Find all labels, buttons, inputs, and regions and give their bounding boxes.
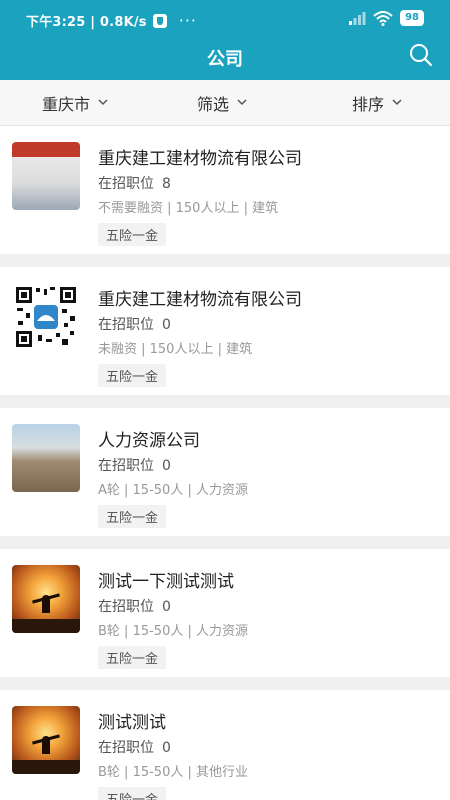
company-meta: 不需要融资 | 150人以上 | 建筑 (98, 201, 279, 216)
company-logo (12, 706, 80, 774)
open-positions-count: 8 (162, 176, 171, 192)
company-card[interactable]: 重庆建工建材物流有限公司 在招职位 8 不需要融资 | 150人以上 | 建筑 五… (0, 126, 450, 254)
open-positions-count: 0 (162, 599, 171, 615)
company-card[interactable]: 测试测试 在招职位 0 B轮 | 15-50人 | 其他行业 五险一金 (0, 690, 450, 800)
company-name: 人力资源公司 (98, 431, 200, 451)
benefit-tag: 五险一金 (98, 646, 167, 669)
signal-icon (349, 12, 366, 25)
benefit-tag: 五险一金 (98, 787, 167, 800)
filter-screen[interactable]: 筛选 (162, 80, 282, 125)
company-list: 重庆建工建材物流有限公司 在招职位 8 不需要融资 | 150人以上 | 建筑 五… (0, 126, 450, 800)
open-positions: 在招职位 0 (98, 596, 171, 616)
open-positions: 在招职位 0 (98, 455, 171, 475)
company-meta: 未融资 | 150人以上 | 建筑 (98, 342, 253, 357)
benefit-tag: 五险一金 (98, 223, 167, 246)
open-positions-label: 在招职位 (98, 176, 154, 192)
company-meta: A轮 | 15-50人 | 人力资源 (98, 483, 248, 498)
open-positions-label: 在招职位 (98, 599, 154, 615)
open-positions-label: 在招职位 (98, 317, 154, 333)
qr-code-icon (15, 286, 77, 348)
chevron-down-icon (237, 99, 247, 106)
more-dots: ··· (178, 10, 197, 30)
company-card[interactable]: 测试一下测试测试 在招职位 0 B轮 | 15-50人 | 人力资源 五险一金 (0, 549, 450, 677)
company-logo (12, 565, 80, 633)
benefit-tag: 五险一金 (98, 364, 167, 387)
status-bar: 下午3:25 | 0.8K/s ··· 98 (0, 0, 450, 38)
company-meta: B轮 | 15-50人 | 人力资源 (98, 624, 248, 639)
benefit-tag: 五险一金 (98, 505, 167, 528)
shield-icon (152, 13, 167, 28)
company-name: 测试一下测试测试 (98, 572, 234, 592)
nav-bar: 公司 (0, 38, 450, 80)
company-logo (12, 283, 80, 351)
filter-sort[interactable]: 排序 (282, 80, 450, 125)
status-time-speed: 下午3:25 | 0.8K/s (26, 15, 147, 30)
page-title: 公司 (207, 49, 243, 70)
open-positions: 在招职位 0 (98, 737, 171, 757)
battery-indicator: 98 (400, 10, 424, 26)
filter-city[interactable]: 重庆市 (0, 80, 162, 125)
company-card[interactable]: 人力资源公司 在招职位 0 A轮 | 15-50人 | 人力资源 五险一金 (0, 408, 450, 536)
company-logo (12, 142, 80, 210)
company-name: 重庆建工建材物流有限公司 (98, 290, 302, 310)
open-positions-count: 0 (162, 317, 171, 333)
company-name: 重庆建工建材物流有限公司 (98, 149, 302, 169)
filter-bar: 重庆市 筛选 排序 (0, 80, 450, 126)
chevron-down-icon (392, 99, 402, 106)
open-positions: 在招职位 8 (98, 173, 171, 193)
company-card[interactable]: 重庆建工建材物流有限公司 在招职位 0 未融资 | 150人以上 | 建筑 五险一… (0, 267, 450, 395)
filter-city-label: 重庆市 (42, 94, 91, 114)
open-positions-count: 0 (162, 740, 171, 756)
open-positions: 在招职位 0 (98, 314, 171, 334)
open-positions-label: 在招职位 (98, 740, 154, 756)
open-positions-label: 在招职位 (98, 458, 154, 474)
wifi-icon (373, 10, 393, 26)
open-positions-count: 0 (162, 458, 171, 474)
company-name: 测试测试 (98, 713, 166, 733)
company-logo (12, 424, 80, 492)
filter-sort-label: 排序 (351, 94, 384, 114)
search-icon[interactable] (408, 42, 434, 68)
chevron-down-icon (98, 99, 108, 106)
filter-screen-label: 筛选 (196, 94, 229, 114)
company-meta: B轮 | 15-50人 | 其他行业 (98, 765, 248, 780)
